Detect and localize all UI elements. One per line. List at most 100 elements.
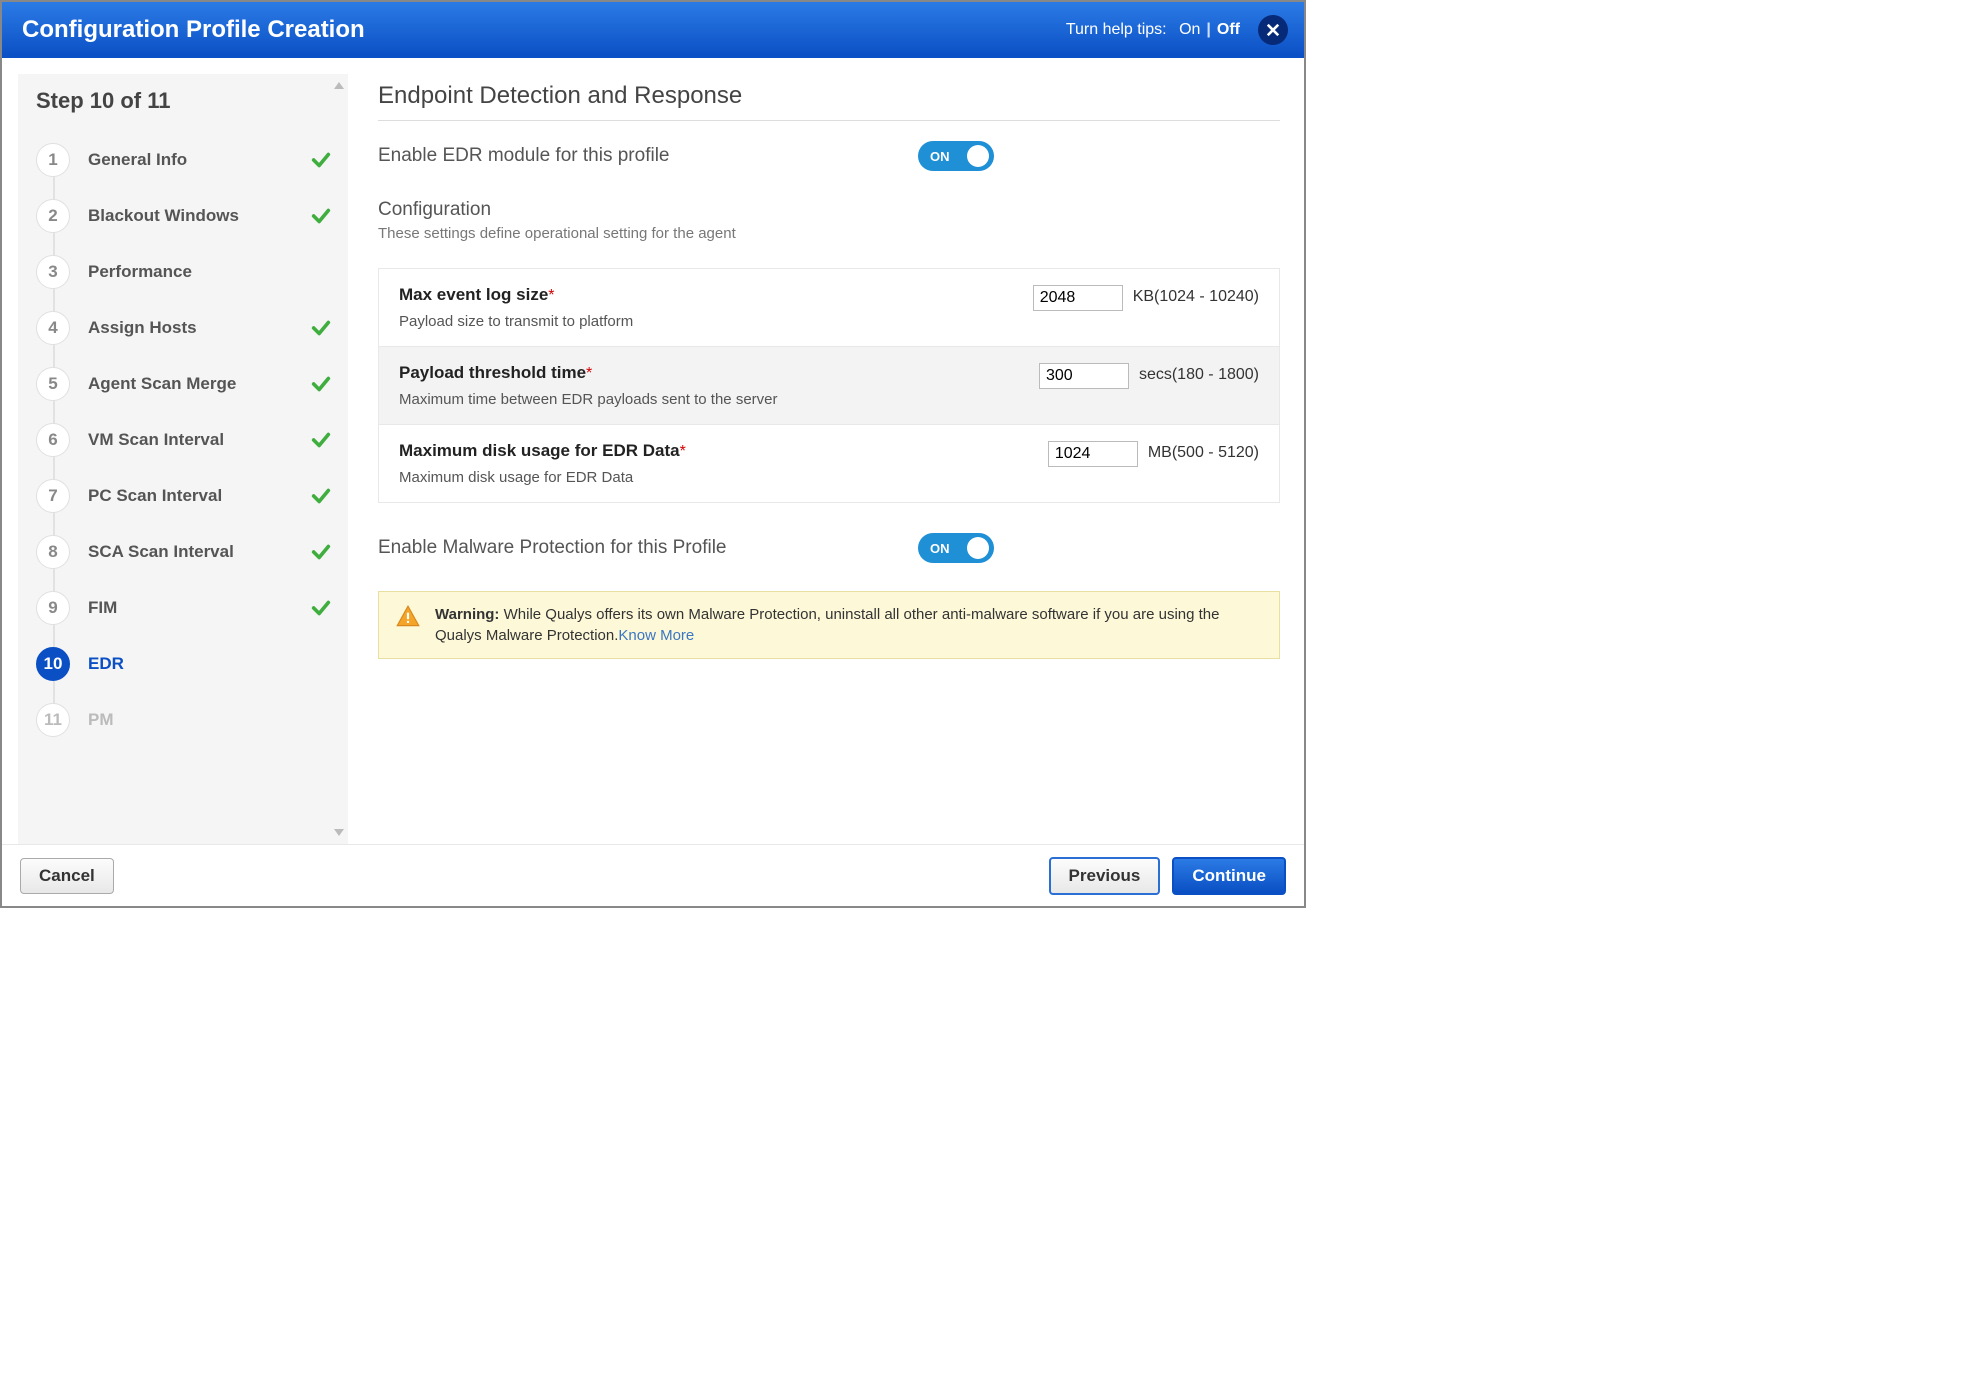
step-label: SCA Scan Interval xyxy=(88,542,310,562)
step-pc-scan-interval[interactable]: 7 PC Scan Interval xyxy=(36,468,342,524)
config-description: Maximum disk usage for EDR Data xyxy=(399,469,1048,486)
payload-threshold-time-input[interactable] xyxy=(1039,363,1129,389)
config-input-wrap: KB(1024 - 10240) xyxy=(1033,285,1259,330)
warning-prefix: Warning: xyxy=(435,606,499,623)
toggle-knob xyxy=(967,145,989,167)
step-number: 4 xyxy=(36,311,70,345)
config-name: Max event log size xyxy=(399,285,548,304)
step-vm-scan-interval[interactable]: 6 VM Scan Interval xyxy=(36,412,342,468)
config-row-max-event-log-size: Max event log size* Payload size to tran… xyxy=(379,269,1279,347)
config-group: Max event log size* Payload size to tran… xyxy=(378,268,1280,503)
step-pm[interactable]: 11 PM xyxy=(36,692,342,748)
header-right: Turn help tips: On | Off xyxy=(1066,15,1288,45)
step-label: EDR xyxy=(88,654,342,674)
step-assign-hosts[interactable]: 4 Assign Hosts xyxy=(36,300,342,356)
step-label: Performance xyxy=(88,262,342,282)
warning-box: Warning: While Qualys offers its own Mal… xyxy=(378,591,1280,659)
config-unit: MB(500 - 5120) xyxy=(1148,441,1259,462)
config-desc: These settings define operational settin… xyxy=(378,225,1280,242)
step-sca-scan-interval[interactable]: 8 SCA Scan Interval xyxy=(36,524,342,580)
config-unit: secs(180 - 1800) xyxy=(1139,363,1259,384)
toggle-knob xyxy=(967,537,989,559)
warning-text: Warning: While Qualys offers its own Mal… xyxy=(435,604,1263,646)
help-tips-off[interactable]: Off xyxy=(1217,21,1240,39)
step-performance[interactable]: 3 Performance xyxy=(36,244,342,300)
continue-button[interactable]: Continue xyxy=(1172,857,1286,895)
know-more-link[interactable]: Know More xyxy=(618,627,694,644)
dialog-title: Configuration Profile Creation xyxy=(22,16,365,44)
close-button[interactable] xyxy=(1258,15,1288,45)
enable-malware-toggle[interactable]: ON xyxy=(918,533,994,563)
help-tips-on[interactable]: On xyxy=(1179,21,1200,39)
dialog-footer: Cancel Previous Continue xyxy=(2,844,1304,906)
max-event-log-size-input[interactable] xyxy=(1033,285,1123,311)
step-general-info[interactable]: 1 General Info xyxy=(36,132,342,188)
required-star: * xyxy=(548,287,554,304)
step-list: 1 General Info 2 Blackout Windows 3 Perf… xyxy=(36,132,342,748)
check-icon xyxy=(310,541,332,563)
config-labels: Maximum disk usage for EDR Data* Maximum… xyxy=(399,441,1048,486)
config-unit: KB(1024 - 10240) xyxy=(1133,285,1259,306)
dialog-body: Step 10 of 11 1 General Info 2 Blackout … xyxy=(2,58,1304,844)
config-name: Payload threshold time xyxy=(399,363,586,382)
toggle-on-label: ON xyxy=(930,541,950,556)
dialog-header: Configuration Profile Creation Turn help… xyxy=(2,2,1304,58)
step-number: 7 xyxy=(36,479,70,513)
config-input-wrap: MB(500 - 5120) xyxy=(1048,441,1259,486)
wizard-sidebar: Step 10 of 11 1 General Info 2 Blackout … xyxy=(18,74,348,844)
check-icon xyxy=(310,485,332,507)
step-number: 8 xyxy=(36,535,70,569)
sidebar-scroll-down[interactable] xyxy=(334,829,344,836)
warning-icon xyxy=(395,604,421,630)
step-label: Assign Hosts xyxy=(88,318,310,338)
config-row-payload-threshold-time: Payload threshold time* Maximum time bet… xyxy=(379,347,1279,425)
section-title: Endpoint Detection and Response xyxy=(378,82,1280,121)
main-panel: Endpoint Detection and Response Enable E… xyxy=(348,58,1304,844)
step-fim[interactable]: 9 FIM xyxy=(36,580,342,636)
config-name: Maximum disk usage for EDR Data xyxy=(399,441,680,460)
step-label: Blackout Windows xyxy=(88,206,310,226)
help-tips-separator: | xyxy=(1204,21,1212,39)
step-blackout-windows[interactable]: 2 Blackout Windows xyxy=(36,188,342,244)
check-icon xyxy=(310,429,332,451)
help-tips-toggle: Turn help tips: On | Off xyxy=(1066,21,1240,39)
cancel-button[interactable]: Cancel xyxy=(20,858,114,894)
step-number: 5 xyxy=(36,367,70,401)
step-label: General Info xyxy=(88,150,310,170)
enable-malware-label: Enable Malware Protection for this Profi… xyxy=(378,537,918,559)
config-labels: Payload threshold time* Maximum time bet… xyxy=(399,363,1039,408)
step-number: 6 xyxy=(36,423,70,457)
check-icon xyxy=(310,205,332,227)
config-description: Maximum time between EDR payloads sent t… xyxy=(399,391,1039,408)
config-labels: Max event log size* Payload size to tran… xyxy=(399,285,1033,330)
config-heading: Configuration xyxy=(378,199,1280,221)
sidebar-scroll-up[interactable] xyxy=(334,82,344,89)
footer-right-group: Previous Continue xyxy=(1049,857,1286,895)
step-number: 3 xyxy=(36,255,70,289)
step-edr[interactable]: 10 EDR xyxy=(36,636,342,692)
max-disk-usage-input[interactable] xyxy=(1048,441,1138,467)
config-input-wrap: secs(180 - 1800) xyxy=(1039,363,1259,408)
previous-button[interactable]: Previous xyxy=(1049,857,1161,895)
config-row-max-disk-usage: Maximum disk usage for EDR Data* Maximum… xyxy=(379,425,1279,502)
warning-body: While Qualys offers its own Malware Prot… xyxy=(435,606,1219,644)
step-label: FIM xyxy=(88,598,310,618)
check-icon xyxy=(310,317,332,339)
close-icon xyxy=(1266,23,1280,37)
check-icon xyxy=(310,597,332,619)
step-agent-scan-merge[interactable]: 5 Agent Scan Merge xyxy=(36,356,342,412)
required-star: * xyxy=(680,443,686,460)
enable-edr-label: Enable EDR module for this profile xyxy=(378,145,918,167)
step-counter: Step 10 of 11 xyxy=(36,88,342,114)
step-label: PM xyxy=(88,710,342,730)
enable-edr-toggle[interactable]: ON xyxy=(918,141,994,171)
step-number: 11 xyxy=(36,703,70,737)
step-number: 2 xyxy=(36,199,70,233)
step-label: PC Scan Interval xyxy=(88,486,310,506)
help-tips-label: Turn help tips: xyxy=(1066,21,1167,39)
check-icon xyxy=(310,373,332,395)
required-star: * xyxy=(586,365,592,382)
check-icon xyxy=(310,149,332,171)
config-description: Payload size to transmit to platform xyxy=(399,313,1033,330)
step-label: Agent Scan Merge xyxy=(88,374,310,394)
